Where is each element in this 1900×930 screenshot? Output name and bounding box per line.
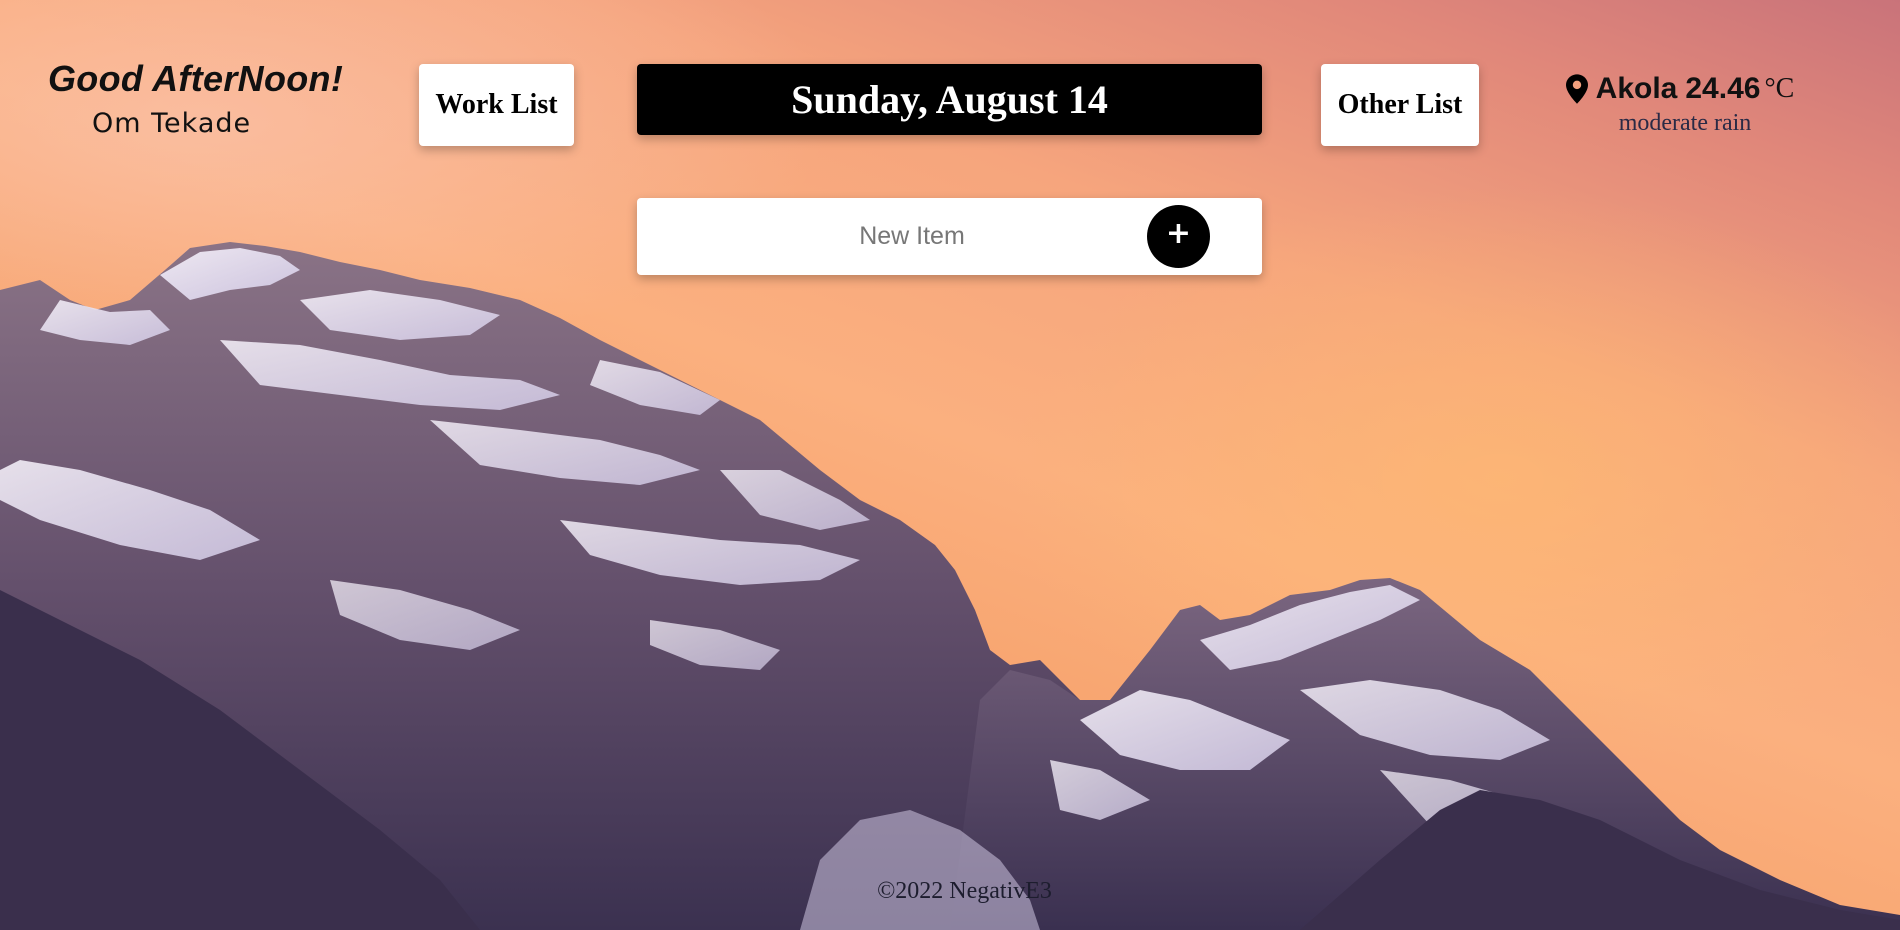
footer: ©2022 NegativE3 xyxy=(0,878,1900,905)
work-list-button[interactable]: Work List xyxy=(419,64,574,146)
new-item-form: + xyxy=(637,198,1262,275)
add-item-button[interactable]: + xyxy=(1147,205,1210,268)
greeting-title: Good AfterNoon! xyxy=(48,58,344,99)
weather-unit: °C xyxy=(1764,73,1795,104)
other-list-button[interactable]: Other List xyxy=(1321,64,1479,146)
weather-city: Akola xyxy=(1595,72,1678,105)
weather-widget: Akola 24.46 °C moderate rain xyxy=(1540,72,1820,137)
mountain-background-image xyxy=(0,242,1900,930)
map-pin-icon xyxy=(1565,74,1588,104)
weather-temperature: 24.46 xyxy=(1685,72,1761,105)
user-name: Om Tekade xyxy=(92,108,252,139)
new-item-input[interactable] xyxy=(637,198,1187,275)
date-header: Sunday, August 14 xyxy=(637,64,1262,135)
copyright-text: ©2022 NegativE3 xyxy=(877,878,1052,904)
greeting-block: Good AfterNoon! Om Tekade xyxy=(48,58,368,139)
weather-description: moderate rain xyxy=(1618,110,1752,136)
weather-location-line: Akola 24.46 °C xyxy=(1540,72,1820,106)
